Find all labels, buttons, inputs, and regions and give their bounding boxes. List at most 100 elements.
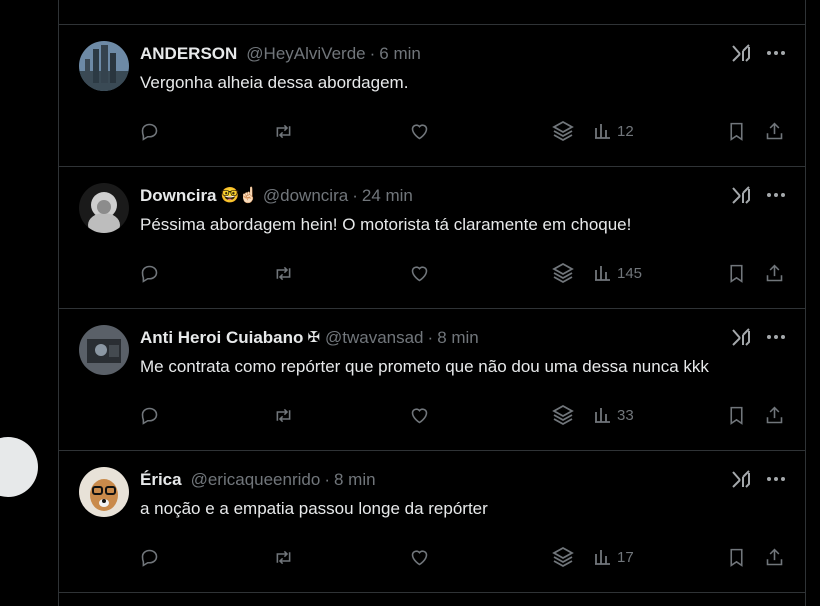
reply-icon [141,265,158,283]
views-button[interactable]: 33 [594,403,634,427]
floating-action-button[interactable] [0,437,38,497]
retweet-button[interactable] [273,403,294,427]
like-icon [411,549,428,565]
like-button[interactable] [409,403,430,427]
grok-layers-icon [552,546,574,568]
tweet[interactable]: ANDERSON @HeyAlviVerde · 6 min Vergonha … [59,25,805,167]
like-button[interactable] [409,261,430,285]
separator-dot: · [427,328,434,347]
grok-icon[interactable] [731,327,751,347]
bookmark-button[interactable] [726,545,747,569]
like-icon [411,407,428,423]
more-icon[interactable] [765,185,787,205]
retweet-icon [276,124,291,138]
tweet-header: Downcira 🤓☝🏻 @downcira · 24 min [140,185,413,207]
grok-icon[interactable] [731,469,751,489]
grok-layers-icon [552,120,574,142]
avatar[interactable] [79,41,129,91]
more-icon[interactable] [765,43,787,63]
author-handle[interactable]: @twavansad [325,327,424,349]
author-name[interactable]: Anti Heroi Cuiabano [140,327,303,349]
bookmark-button[interactable] [726,261,747,285]
more-icon[interactable] [765,327,787,347]
views-icon [595,266,610,281]
bookmark-button[interactable] [726,119,747,143]
grok-analyze-button[interactable] [551,119,575,143]
reply-icon [141,549,158,567]
reply-button[interactable] [139,545,160,569]
tweet[interactable]: Anti Heroi Cuiabano ✠ @twavansad · 8 min… [59,309,805,451]
share-button[interactable] [764,119,785,143]
author-handle[interactable]: @ericaqueenrido [191,469,321,491]
author-name[interactable]: ANDERSON [140,43,237,65]
reply-icon [141,123,158,141]
grok-analyze-button[interactable] [551,403,575,427]
tweet-actions: 33 [139,403,805,427]
like-button[interactable] [409,545,430,569]
avatar[interactable] [79,467,129,517]
author-handle[interactable]: @HeyAlviVerde [246,43,365,65]
share-icon [766,548,783,565]
reply-button[interactable] [139,119,160,143]
tweet[interactable]: Érica @ericaqueenrido · 8 min a noção e … [59,451,805,593]
author-emoji: ✠ [307,329,320,346]
timeline-column: ANDERSON @HeyAlviVerde · 6 min Vergonha … [58,0,806,606]
author-emoji: 🤓☝🏻 [220,187,258,204]
tweet-actions: 145 [139,261,805,285]
timestamp[interactable]: 8 min [437,327,479,349]
grok-analyze-button[interactable] [551,545,575,569]
avatar[interactable] [79,183,129,233]
tweet-header: Érica @ericaqueenrido · 8 min [140,469,376,491]
bookmark-icon [730,122,743,141]
retweet-button[interactable] [273,119,294,143]
share-button[interactable] [764,261,785,285]
tweet-header: ANDERSON @HeyAlviVerde · 6 min [140,43,421,65]
views-icon [595,550,610,565]
tweet-text: Me contrata como repórter que prometo qu… [140,357,709,376]
separator-dot: · [352,186,358,205]
grok-icon[interactable] [731,185,751,205]
grok-icon[interactable] [731,43,751,63]
tweet-header: Anti Heroi Cuiabano ✠ @twavansad · 8 min [140,327,479,349]
separator-dot: · [369,44,376,63]
bookmark-button[interactable] [726,403,747,427]
avatar[interactable] [79,325,129,375]
retweet-icon [276,266,291,280]
retweet-button[interactable] [273,261,294,285]
tweet-text: Vergonha alheia dessa abordagem. [140,73,409,92]
divider [59,592,805,593]
share-icon [766,406,783,423]
author-name[interactable]: Érica [140,469,182,491]
views-count: 145 [617,264,643,282]
reply-icon [141,407,158,425]
grok-layers-icon [552,404,574,426]
bookmark-icon [730,264,743,283]
timestamp[interactable]: 8 min [334,469,376,491]
tweet[interactable]: Downcira 🤓☝🏻 @downcira · 24 min Péssima … [59,167,805,309]
bookmark-icon [730,548,743,567]
share-icon [766,264,783,281]
views-icon [595,408,610,423]
tweet-actions: 12 [139,119,805,143]
share-icon [766,122,783,139]
reply-button[interactable] [139,403,160,427]
separator-dot: · [324,470,330,489]
views-button[interactable]: 17 [594,545,634,569]
timestamp[interactable]: 6 min [379,43,421,65]
author-name[interactable]: Downcira [140,185,217,207]
share-button[interactable] [764,545,785,569]
author-handle[interactable]: @downcira [263,185,348,207]
more-icon[interactable] [765,469,787,489]
views-count: 17 [617,548,634,566]
share-button[interactable] [764,403,785,427]
views-button[interactable]: 12 [594,119,634,143]
retweet-button[interactable] [273,545,294,569]
tweet-text: a noção e a empatia passou longe da repó… [140,499,488,518]
reply-button[interactable] [139,261,160,285]
tweet-text: Péssima abordagem hein! O motorista tá c… [140,215,632,234]
timestamp[interactable]: 24 min [362,185,413,207]
like-button[interactable] [409,119,430,143]
views-icon [595,124,610,139]
grok-analyze-button[interactable] [551,261,575,285]
views-button[interactable]: 145 [594,261,642,285]
